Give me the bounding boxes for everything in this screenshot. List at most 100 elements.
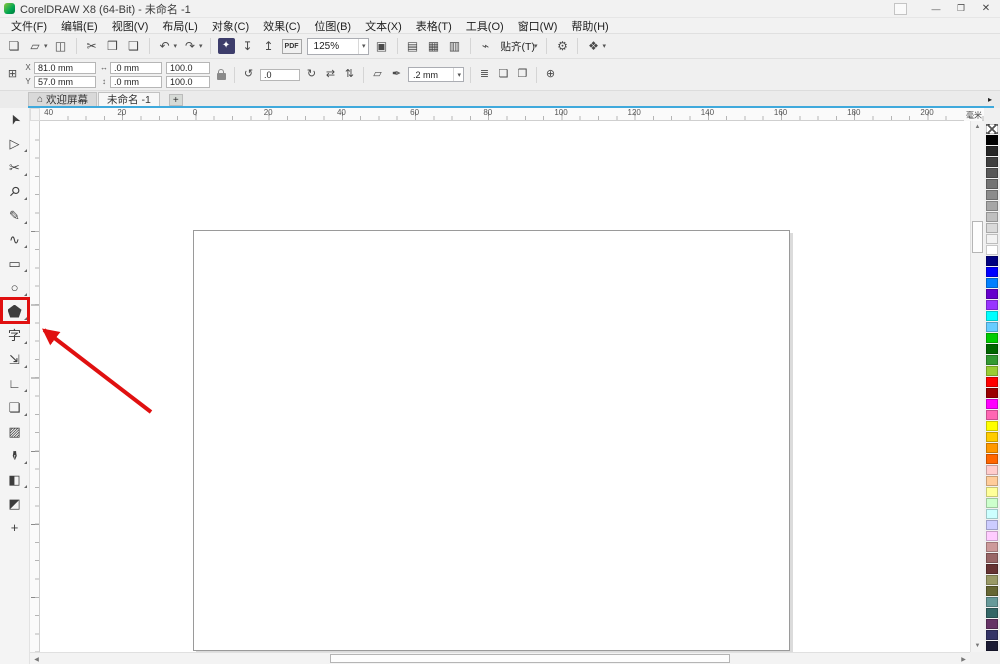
options-gear-button[interactable]: ⚙ [554,38,570,54]
cut-button[interactable]: ✂ [84,38,100,54]
color-swatch[interactable] [986,278,998,288]
color-swatch[interactable] [986,454,998,464]
show-rulers-button[interactable]: ▤ [405,38,421,54]
tab-welcome[interactable]: ⌂ 欢迎屏幕 [28,92,98,106]
redo-button[interactable]: ↷ [182,38,198,54]
color-eyedropper-tool[interactable]: ✒ [0,444,29,466]
menu-item[interactable]: 文本(X) [358,18,409,34]
color-swatch[interactable] [986,498,998,508]
menu-item[interactable]: 帮助(H) [564,18,615,34]
transparency-tool[interactable]: ▨ [0,420,29,442]
color-swatch[interactable] [986,377,998,387]
to-front-button[interactable]: ❏ [496,67,511,82]
color-swatch[interactable] [986,465,998,475]
menu-item[interactable]: 表格(T) [409,18,459,34]
position-grid-icon[interactable]: ⊞ [5,67,20,82]
zoom-tool[interactable]: ⚲ [0,180,29,202]
to-back-button[interactable]: ❐ [515,67,530,82]
outline-width-caret[interactable]: ▾ [453,68,461,81]
publish-pdf-button[interactable]: PDF [281,38,302,54]
color-swatch[interactable] [986,520,998,530]
show-grid-button[interactable]: ▦ [426,38,442,54]
color-swatch[interactable] [986,586,998,596]
zoom-level-select[interactable]: 125% ▾ [306,37,369,55]
color-swatch[interactable] [986,223,998,233]
position-x-input[interactable]: 81.0 mm [34,61,96,74]
paste-button[interactable]: ❑ [126,38,142,54]
color-swatch[interactable] [986,190,998,200]
vertical-scroll-thumb[interactable] [972,221,983,253]
color-swatch[interactable] [986,245,998,255]
color-swatch[interactable] [986,399,998,409]
menu-item[interactable]: 编辑(E) [54,18,105,34]
copy-button[interactable]: ❒ [105,38,121,54]
ellipse-tool[interactable]: ○ [0,276,29,298]
pick-tool[interactable]: ➤ [0,108,29,130]
color-swatch[interactable] [986,443,998,453]
object-width-input[interactable]: .0 mm [110,61,162,74]
color-swatch[interactable] [986,355,998,365]
color-swatch[interactable] [986,256,998,266]
interactive-fill-tool[interactable]: ◧ [0,468,29,490]
vertical-ruler[interactable] [30,121,40,652]
color-swatch[interactable] [986,410,998,420]
scroll-left-arrow[interactable]: ◀ [30,653,43,664]
snap-dropdown[interactable]: 贴齐(T) ▾ [499,39,540,54]
color-swatch[interactable] [986,619,998,629]
color-swatch[interactable] [986,201,998,211]
color-swatch[interactable] [986,322,998,332]
page[interactable] [193,230,790,651]
menu-item[interactable]: 窗口(W) [511,18,565,34]
color-swatch[interactable] [986,234,998,244]
scroll-down-arrow[interactable]: ▼ [971,640,984,652]
save-button[interactable]: ◫ [53,38,69,54]
color-swatch[interactable] [986,542,998,552]
horizontal-ruler[interactable]: 毫米 40 20 0 20 40 60 80 100 120 140 160 180 200 [40,108,984,121]
new-tab-button[interactable]: + [168,94,183,106]
scroll-right-arrow[interactable]: ▶ [957,653,970,664]
wrap-text-button[interactable]: ≣ [477,67,492,82]
tab-scroll-arrow[interactable]: ▸ [988,95,992,104]
text-tool[interactable]: 字 [0,324,29,346]
color-swatch[interactable] [986,597,998,607]
color-swatch[interactable] [986,267,998,277]
object-height-input[interactable]: .0 mm [110,75,162,88]
menu-item[interactable]: 布局(L) [155,18,204,34]
color-swatch[interactable] [986,608,998,618]
color-swatch[interactable] [986,179,998,189]
zoom-dropdown-caret[interactable]: ▾ [358,38,366,54]
smart-fill-tool[interactable]: ◩ [0,492,29,514]
crop-tool[interactable]: ✂ [0,156,29,178]
scale-v-input[interactable]: 100.0 [166,75,210,88]
close-button[interactable]: ✕ [976,2,996,16]
color-swatch[interactable] [986,421,998,431]
color-swatch[interactable] [986,388,998,398]
color-swatch[interactable] [986,487,998,497]
scale-h-input[interactable]: 100.0 [166,61,210,74]
color-swatch[interactable] [986,432,998,442]
rotation-angle-input[interactable]: .0 [260,68,300,81]
open-button[interactable]: ▱ [27,38,43,54]
shape-tool[interactable]: ▷ [0,132,29,154]
drop-shadow-tool[interactable]: ❏ [0,396,29,418]
connector-tool[interactable]: ∟ [0,372,29,394]
mirror-vertical-button[interactable]: ⇅ [342,67,357,82]
launcher-dropdown-caret[interactable]: ▾ [602,42,606,50]
color-swatch[interactable] [986,476,998,486]
menu-item[interactable]: 对象(C) [205,18,256,34]
color-swatch[interactable] [986,168,998,178]
color-swatch[interactable] [986,333,998,343]
color-swatch[interactable] [986,553,998,563]
vertical-scrollbar[interactable]: ▲ ▼ [970,121,984,652]
rectangle-tool[interactable]: ▭ [0,252,29,274]
parallel-dimension-tool[interactable]: ⇲ [0,348,29,370]
quick-customize-button[interactable]: ⊕ [543,67,558,82]
menu-item[interactable]: 效果(C) [256,18,307,34]
freehand-tool[interactable]: ✎ [0,204,29,226]
menu-item[interactable]: 视图(V) [105,18,156,34]
color-swatch[interactable] [986,531,998,541]
show-guidelines-button[interactable]: ▥ [447,38,463,54]
basic-shape-icon[interactable]: ▱ [370,67,385,82]
minimize-button[interactable]: — [926,2,946,16]
horizontal-scrollbar[interactable]: ◀ ▶ [30,652,970,664]
